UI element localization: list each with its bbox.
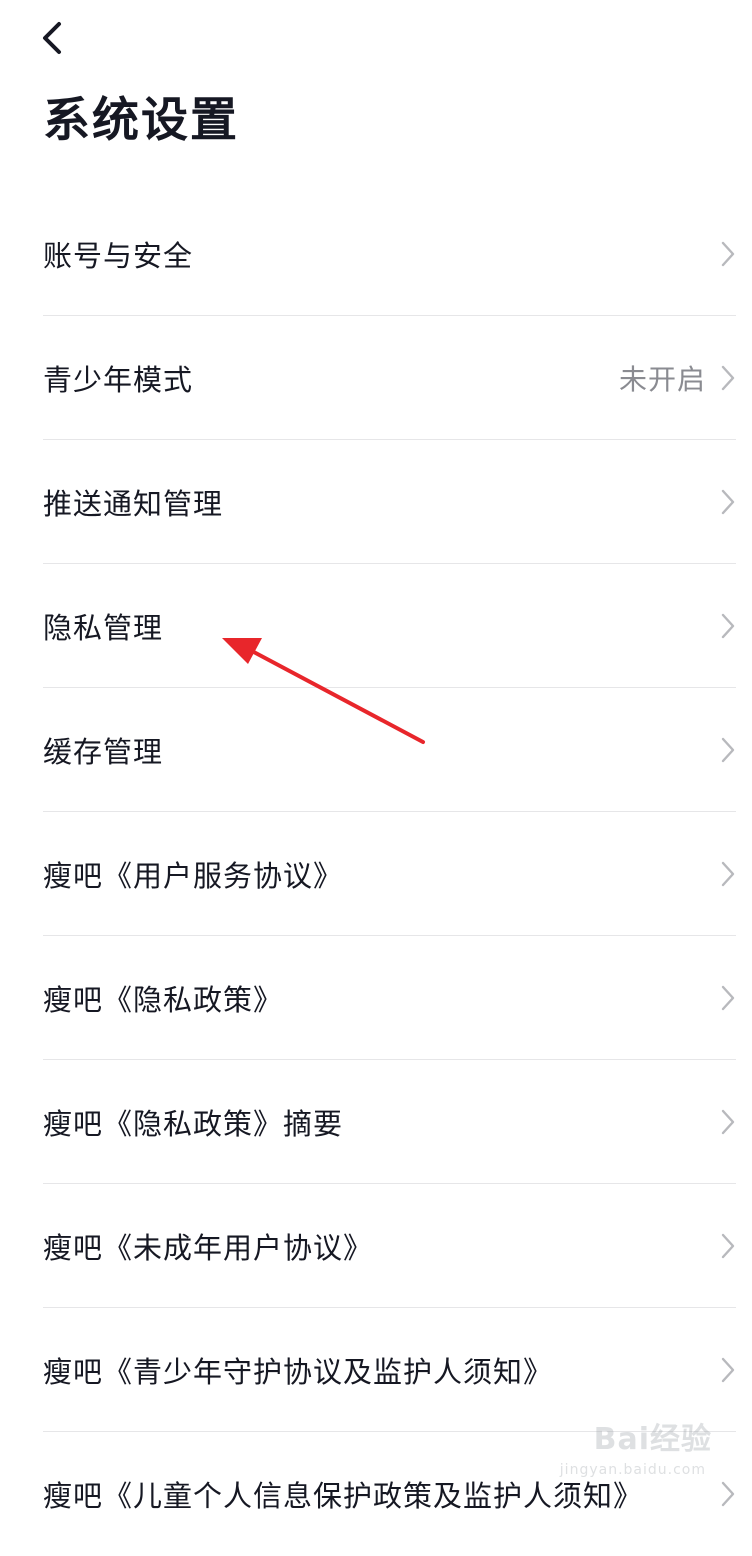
chevron-right-icon (721, 1357, 735, 1382)
chevron-right-icon (721, 489, 735, 514)
watermark-text: Bai经验 (593, 1422, 712, 1457)
chevron-right-icon (721, 1109, 735, 1134)
settings-item-cache-management[interactable]: 缓存管理 (43, 688, 736, 812)
settings-item-privacy-policy[interactable]: 瘦吧《隐私政策》 (43, 936, 736, 1060)
settings-item-label: 瘦吧《青少年守护协议及监护人须知》 (43, 1354, 554, 1389)
settings-item-label: 瘦吧《隐私政策》 (43, 982, 284, 1017)
settings-item-label: 瘦吧《儿童个人信息保护政策及监护人须知》 (43, 1479, 644, 1513)
chevron-right-icon (721, 365, 735, 390)
settings-item-label: 隐私管理 (43, 610, 164, 645)
chevron-right-icon (721, 1481, 735, 1507)
settings-item-label: 推送通知管理 (43, 486, 224, 521)
teen-mode-status: 未开启 (618, 362, 706, 396)
chevron-right-icon (721, 613, 735, 638)
settings-item-teen-mode[interactable]: 青少年模式 未开启 (43, 316, 736, 440)
settings-item-label: 瘦吧《用户服务协议》 (43, 858, 344, 893)
settings-item-label: 青少年模式 (43, 362, 194, 397)
settings-item-push-notifications[interactable]: 推送通知管理 (43, 440, 736, 564)
chevron-right-icon (721, 1233, 735, 1258)
chevron-right-icon (721, 241, 735, 266)
settings-item-minor-user-agreement[interactable]: 瘦吧《未成年用户协议》 (43, 1184, 736, 1308)
settings-item-user-service-agreement[interactable]: 瘦吧《用户服务协议》 (43, 812, 736, 936)
settings-item-privacy-management[interactable]: 隐私管理 (43, 564, 736, 688)
watermark-sub: jingyan.baidu.com (559, 1462, 706, 1478)
settings-item-label: 瘦吧《隐私政策》摘要 (43, 1106, 344, 1141)
settings-item-label: 缓存管理 (43, 734, 164, 769)
chevron-right-icon (721, 861, 735, 886)
chevron-right-icon (721, 985, 735, 1010)
chevron-right-icon (721, 737, 735, 762)
settings-item-label: 瘦吧《未成年用户协议》 (43, 1230, 374, 1265)
settings-list: 账号与安全 青少年模式 未开启 推送通知管理 隐私管理 缓存管理 瘦吧《用户服务… (0, 192, 752, 1556)
page-title: 系统设置 (43, 93, 239, 148)
back-button[interactable] (40, 16, 84, 60)
settings-item-label: 账号与安全 (43, 238, 194, 273)
chevron-left-icon (43, 22, 61, 54)
baidu-watermark: Bai经验 jingyan.baidu.com (560, 1414, 712, 1478)
settings-item-account-security[interactable]: 账号与安全 (43, 192, 736, 316)
settings-item-privacy-policy-summary[interactable]: 瘦吧《隐私政策》摘要 (43, 1060, 736, 1184)
